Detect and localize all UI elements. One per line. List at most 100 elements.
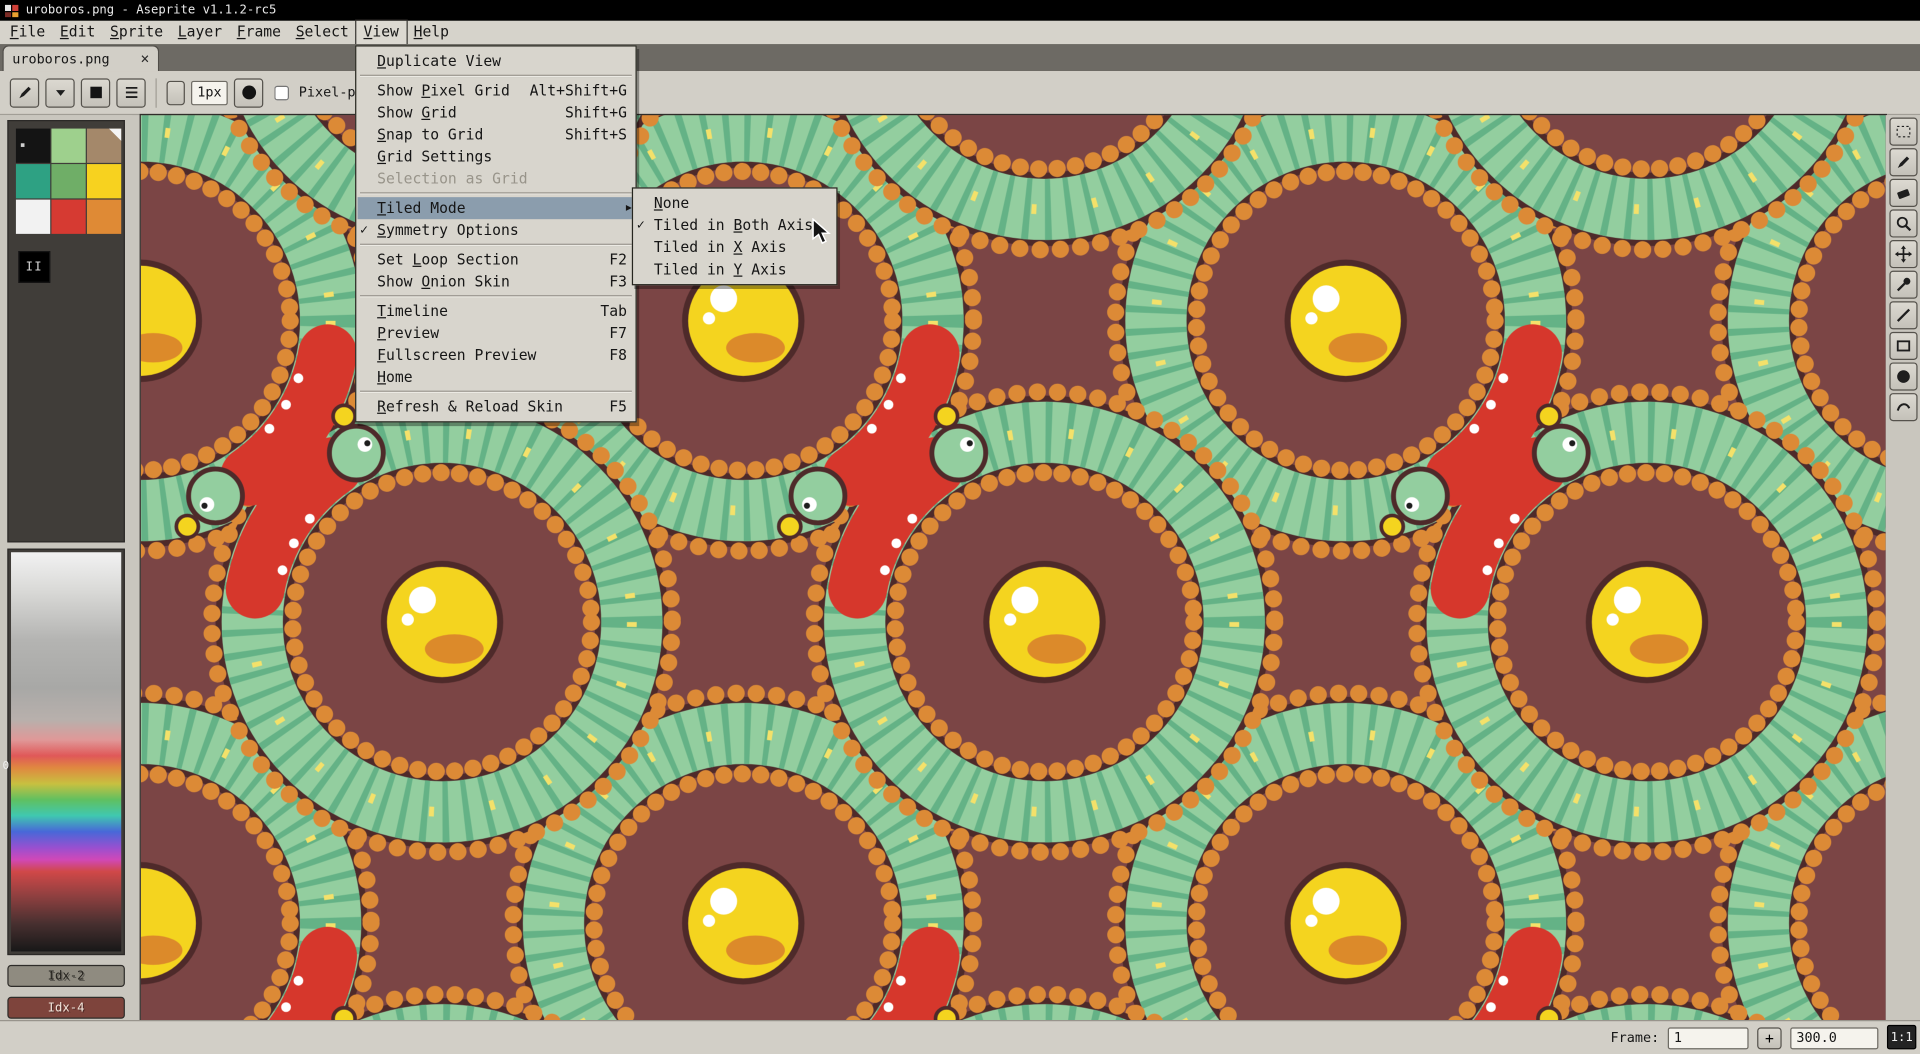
zoom-input[interactable] — [1790, 1027, 1878, 1049]
palette-swatch-5[interactable] — [87, 164, 121, 198]
color-square-icon — [86, 83, 104, 101]
menu-item-label: Set Loop Section — [377, 249, 519, 271]
tiled-mode-submenu: None✓Tiled in Both AxisTiled in X AxisTi… — [632, 187, 838, 285]
tab-title: uroboros.png — [12, 51, 109, 67]
eraser-tool[interactable] — [1889, 179, 1917, 207]
palette-swatch-3[interactable] — [16, 164, 50, 198]
line-tool[interactable] — [1889, 301, 1917, 329]
palette-swatch-grid — [9, 121, 124, 241]
tiled-mode-item-tiled-in-both-axis[interactable]: ✓Tiled in Both Axis — [634, 214, 835, 236]
frame-input[interactable] — [1668, 1027, 1749, 1049]
check-icon: ✓ — [360, 219, 368, 241]
pencil-tool[interactable] — [1889, 148, 1917, 176]
view-menu-item-preview[interactable]: Preview F7 — [358, 322, 635, 344]
view-menu-item-show-grid[interactable]: Show GridShift+G — [358, 102, 635, 124]
palette-panel: II — [7, 120, 125, 542]
menu-item-shortcut: F7 — [592, 322, 627, 344]
view-menu-item-show-onion-skin[interactable]: Show Onion SkinF3 — [358, 271, 635, 293]
menu-item-shortcut: F8 — [592, 344, 627, 366]
view-menu-item-fullscreen-preview[interactable]: Fullscreen PreviewF8 — [358, 344, 635, 366]
menu-separator — [360, 391, 632, 393]
check-icon: ✓ — [637, 214, 645, 236]
menu-item-shortcut: Tab — [583, 300, 627, 322]
view-menu-popup: Duplicate View Show Pixel GridAlt+Shift+G… — [355, 45, 637, 422]
palette-swatch-2[interactable] — [87, 129, 121, 163]
menu-item-shortcut: Shift+G — [548, 102, 627, 124]
zoom-1-1-button[interactable]: 1:1 — [1887, 1025, 1916, 1049]
menu-item-shortcut: F5 — [592, 396, 627, 418]
view-menu-item-selection-as-grid: Selection as Grid — [358, 168, 635, 190]
tab-close-icon[interactable]: × — [141, 51, 150, 66]
menu-separator — [360, 295, 632, 297]
view-menu-item-timeline[interactable]: TimelineTab — [358, 300, 635, 322]
frame-label: Frame: — [1611, 1030, 1660, 1046]
menu-view[interactable]: View — [356, 21, 406, 44]
context-bar: Pixel-pe — [0, 71, 1920, 115]
brush-size-input[interactable] — [191, 80, 228, 104]
pixel-perfect-checkbox[interactable] — [274, 85, 289, 100]
view-menu-item-tiled-mode[interactable]: Tiled Mode▶ — [358, 197, 635, 219]
menu-edit[interactable]: Edit — [53, 21, 103, 44]
brush-circle-icon — [239, 83, 257, 101]
menu-select[interactable]: Select — [288, 21, 356, 44]
brush-preview-button[interactable] — [234, 78, 263, 107]
palette-swatch-1[interactable] — [51, 129, 85, 163]
tiled-mode-item-tiled-in-y-axis[interactable]: Tiled in Y Axis — [634, 258, 835, 280]
menu-layer[interactable]: Layer — [170, 21, 229, 44]
menu-item-label: Tiled in X Axis — [654, 236, 787, 258]
contour-tool[interactable] — [1889, 393, 1917, 421]
rectangle-tool[interactable] — [1889, 332, 1917, 360]
pencil-icon — [15, 83, 33, 101]
arrow-down-icon — [51, 83, 69, 101]
status-bar: Frame: + 1:1 — [0, 1020, 1920, 1054]
zoom-tool[interactable] — [1889, 209, 1917, 237]
menu-help[interactable]: Help — [406, 21, 456, 44]
frame-increment-button[interactable]: + — [1757, 1027, 1781, 1049]
menu-frame[interactable]: Frame — [229, 21, 288, 44]
fg-index-button[interactable]: Idx-2 — [7, 965, 125, 987]
menu-separator — [360, 75, 632, 77]
menu-item-label: Refresh & Reload Skin — [377, 396, 563, 418]
title-bar: uroboros.png - Aseprite v1.1.2-rc5 — [0, 0, 1920, 21]
palette-swatch-0[interactable] — [16, 129, 50, 163]
ink-options-button[interactable] — [116, 78, 145, 107]
tiled-mode-item-none[interactable]: None — [634, 192, 835, 214]
bg-index-button[interactable]: Idx-4 — [7, 997, 125, 1019]
palette-swatch-4[interactable] — [51, 164, 85, 198]
menu-file[interactable]: File — [2, 21, 52, 44]
tiled-mode-item-tiled-in-x-axis[interactable]: Tiled in X Axis — [634, 236, 835, 258]
foreground-color-box[interactable] — [81, 78, 110, 107]
view-menu-item-grid-settings[interactable]: Grid Settings — [358, 146, 635, 168]
ellipse-tool[interactable] — [1889, 362, 1917, 390]
move-tool[interactable] — [1889, 240, 1917, 268]
foreground-color-swatch[interactable]: II — [18, 251, 50, 283]
view-menu-item-duplicate-view[interactable]: Duplicate View — [358, 50, 635, 72]
tab-uroboros[interactable]: uroboros.png × — [2, 45, 159, 71]
ink-type-button[interactable] — [45, 78, 74, 107]
menu-item-label: Preview — [377, 322, 439, 344]
view-menu-item-show-pixel-grid[interactable]: Show Pixel GridAlt+Shift+G — [358, 80, 635, 102]
mini-toggle-button[interactable] — [167, 80, 185, 104]
view-menu-item-refresh-reload-skin[interactable]: Refresh & Reload Skin F5 — [358, 396, 635, 418]
eraser-icon — [1894, 184, 1912, 202]
menu-sprite[interactable]: Sprite — [103, 21, 171, 44]
app-icon — [5, 3, 20, 18]
menu-item-label: None — [654, 192, 689, 214]
view-menu-item-set-loop-section[interactable]: Set Loop SectionF2 — [358, 249, 635, 271]
palette-swatch-6[interactable] — [16, 200, 50, 234]
left-sidebar: II 0 Idx-2 Idx-4 — [0, 115, 132, 1020]
active-tool-button[interactable] — [10, 78, 39, 107]
menu-item-label: Tiled Mode — [377, 197, 465, 219]
view-menu-item-home[interactable]: Home — [358, 366, 635, 388]
eyedropper-tool[interactable] — [1889, 271, 1917, 299]
palette-swatch-7[interactable] — [51, 200, 85, 234]
menu-item-label: Show Onion Skin — [377, 271, 510, 293]
menu-item-label: Snap to Grid — [377, 124, 483, 146]
view-menu-item-snap-to-grid[interactable]: Snap to GridShift+S — [358, 124, 635, 146]
line-icon — [1894, 306, 1912, 324]
color-picker-gradient[interactable] — [11, 552, 121, 951]
view-menu-item-symmetry-options[interactable]: ✓Symmetry Options — [358, 219, 635, 241]
toolbar-separator — [156, 78, 157, 107]
palette-swatch-8[interactable] — [87, 200, 121, 234]
rectangular-marquee-tool[interactable] — [1889, 118, 1917, 146]
